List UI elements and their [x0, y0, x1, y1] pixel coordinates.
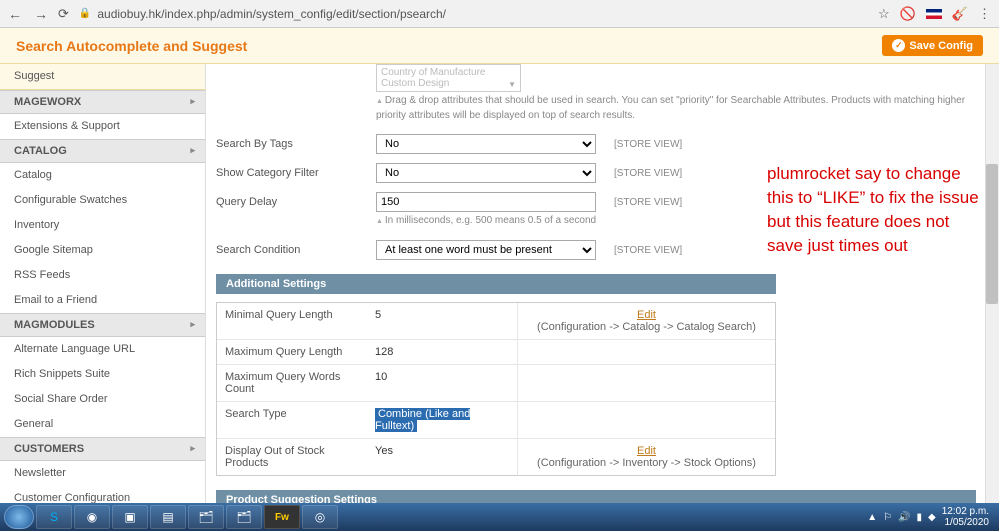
page-title: Search Autocomplete and Suggest	[16, 38, 247, 54]
delay-hint: In milliseconds, e.g. 500 means 0.5 of a…	[376, 212, 989, 231]
sidebar-item[interactable]: Google Sitemap	[0, 238, 205, 263]
tray-chevron-icon[interactable]: ▲	[867, 512, 877, 523]
sidebar-item[interactable]: Customer Configuration	[0, 486, 205, 503]
sidebar-item[interactable]: Suggest	[0, 64, 205, 90]
taskbar-app-icon[interactable]: ▤	[150, 505, 186, 529]
edit-catalog-link[interactable]: Edit	[526, 309, 767, 321]
sidebar-group-head[interactable]: CUSTOMERS	[0, 437, 205, 461]
config-content: Country of Manufacture Custom Design ▼ D…	[206, 64, 999, 503]
field-label: Show Category Filter	[216, 167, 376, 179]
reload-icon[interactable]: ⟳	[58, 6, 69, 22]
system-tray[interactable]: ▲ ⚐ 🔊 ▮ ◆ 12:02 p.m. 1/05/2020	[867, 506, 995, 528]
menu-icon[interactable]: ⋮	[978, 6, 991, 22]
additional-settings-head[interactable]: Additional Settings	[216, 274, 776, 294]
page-header: Search Autocomplete and Suggest Save Con…	[0, 28, 999, 64]
address-bar[interactable]: 🔒 audiobuy.hk/index.php/admin/system_con…	[79, 7, 868, 21]
tray-network-icon[interactable]: ▮	[917, 512, 923, 523]
category-filter-select[interactable]: No	[376, 163, 596, 183]
search-by-tags-select[interactable]: No	[376, 134, 596, 154]
page-scrollbar[interactable]	[985, 64, 999, 503]
taskbar-app-icon[interactable]: ▣	[112, 505, 148, 529]
save-config-button[interactable]: Save Config	[882, 35, 983, 56]
clock-time: 12:02 p.m.	[942, 506, 989, 517]
edit-inventory-link[interactable]: Edit	[637, 445, 656, 457]
tray-flag-icon[interactable]: ⚐	[883, 512, 892, 523]
sidebar-item[interactable]: Inventory	[0, 213, 205, 238]
sidebar-item[interactable]: Catalog	[0, 163, 205, 188]
search-type-value: Combine (Like and Fulltext)	[375, 408, 470, 432]
url-text: audiobuy.hk/index.php/admin/system_confi…	[97, 7, 446, 21]
start-button[interactable]	[4, 505, 34, 529]
sidebar-group-head[interactable]: CATALOG	[0, 139, 205, 163]
clock-date: 1/05/2020	[942, 517, 989, 528]
taskbar-explorer-icon[interactable]: 🗂	[226, 505, 262, 529]
query-delay-input[interactable]	[376, 192, 596, 212]
field-label: Query Delay	[216, 196, 376, 208]
forward-icon[interactable]: →	[34, 6, 48, 22]
sidebar-group-head[interactable]: MAGMODULES	[0, 313, 205, 337]
lock-icon: 🔒	[79, 8, 91, 19]
tray-volume-icon[interactable]: 🔊	[898, 512, 910, 523]
chevron-down-icon: ▼	[508, 80, 516, 89]
scope-label: [STORE VIEW]	[614, 139, 682, 150]
sidebar-item[interactable]: Alternate Language URL	[0, 337, 205, 362]
sidebar-item[interactable]: Newsletter	[0, 461, 205, 486]
browser-chrome-bar: ← → ⟳ 🔒 audiobuy.hk/index.php/admin/syst…	[0, 0, 999, 28]
scope-label: [STORE VIEW]	[614, 197, 682, 208]
sidebar-item[interactable]: General	[0, 412, 205, 437]
back-icon[interactable]: ←	[8, 6, 22, 22]
taskbar-app-icon[interactable]: ◎	[302, 505, 338, 529]
config-sidebar: Suggest MAGEWORXExtensions & SupportCATA…	[0, 64, 206, 503]
windows-taskbar: S ◉ ▣ ▤ 🗂 🗂 Fw ◎ ▲ ⚐ 🔊 ▮ ◆ 12:02 p.m. 1/…	[0, 503, 999, 531]
attributes-hint: Drag & drop attributes that should be us…	[376, 92, 989, 125]
taskbar-explorer-icon[interactable]: 🗂	[188, 505, 224, 529]
sidebar-item[interactable]: Configurable Swatches	[0, 188, 205, 213]
sidebar-item[interactable]: Social Share Order	[0, 387, 205, 412]
flag-icon[interactable]	[926, 9, 942, 19]
sidebar-item[interactable]: RSS Feeds	[0, 263, 205, 288]
tray-icon[interactable]: ◆	[928, 512, 936, 523]
sidebar-item[interactable]: Extensions & Support	[0, 114, 205, 139]
field-label: Search By Tags	[216, 138, 376, 150]
taskbar-chrome-icon[interactable]: ◉	[74, 505, 110, 529]
field-label: Search Condition	[216, 244, 376, 256]
taskbar-skype-icon[interactable]: S	[36, 505, 72, 529]
scope-label: [STORE VIEW]	[614, 168, 682, 179]
sidebar-item[interactable]: Email to a Friend	[0, 288, 205, 313]
block-icon[interactable]: 🚫	[900, 6, 916, 22]
sidebar-group-head[interactable]: MAGEWORX	[0, 90, 205, 114]
taskbar-fireworks-icon[interactable]: Fw	[264, 505, 300, 529]
star-icon[interactable]: ☆	[878, 6, 890, 22]
sidebar-item[interactable]: Rich Snippets Suite	[0, 362, 205, 387]
attributes-dropdown[interactable]: Country of Manufacture Custom Design ▼	[376, 64, 521, 92]
product-suggestion-head[interactable]: Product Suggestion Settings	[216, 490, 976, 503]
scope-label: [STORE VIEW]	[614, 245, 682, 256]
additional-settings-table: Minimal Query Length5Edit(Configuration …	[216, 302, 776, 476]
guitar-icon[interactable]: 🎸	[952, 6, 968, 22]
search-condition-select[interactable]: At least one word must be present	[376, 240, 596, 260]
